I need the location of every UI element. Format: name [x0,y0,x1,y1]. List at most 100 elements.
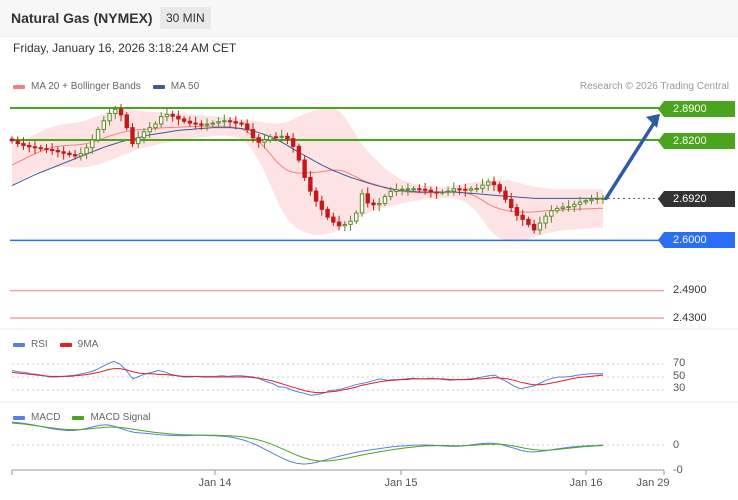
candle-body [227,120,233,123]
candle-body [560,206,566,209]
price-tag-2-89: 2.8900 [658,101,735,117]
candle-body [526,218,531,225]
candle-body [468,188,474,191]
candle-body [514,207,520,216]
rsi-label-30: 30 [673,382,686,394]
candle-body [336,221,342,227]
candle-body [118,108,124,116]
candle-body [44,148,49,151]
candle-body [371,202,376,206]
candle-body [480,184,485,189]
candle-body [549,210,554,217]
candle-body [417,188,422,191]
candle-body [359,193,365,214]
projection-arrow-shaft [604,118,658,201]
candle-body [445,190,451,193]
candle-body [463,188,468,191]
candle-body [32,146,38,149]
candle-body [90,139,95,149]
candle-body [399,188,405,191]
candle-body [428,189,434,193]
candle-body [600,197,606,200]
candle-body [153,123,158,129]
candle-body [382,196,388,204]
candle-body [38,147,43,150]
candle-body [268,136,273,141]
candle-body [319,200,325,210]
candle-body [405,188,411,191]
candle-body [411,188,416,191]
x-label-jan29: Jan 29 [636,477,670,489]
macd-line [11,421,604,465]
candle-body [451,188,457,192]
candle-body [199,123,204,126]
macd-signal-line [11,422,604,462]
candle-body [262,139,267,143]
candle-body [21,143,26,146]
chart-widget: Natural Gas (NYMEX) 30 MIN Friday, Janua… [0,0,738,500]
rsi-label-70: 70 [673,357,686,369]
candle-body [543,215,548,224]
candle-body [308,176,313,192]
candle-body [331,216,336,223]
candle-body [572,203,577,208]
candle-body [176,115,181,120]
macd-label-zero: 0 [673,439,680,451]
level-label-2-49: 2.4900 [673,284,707,296]
x-label-jan15: Jan 15 [384,477,418,489]
rsi-ma-line [11,368,604,394]
candle-body [147,127,152,133]
candle-body [9,138,15,142]
candle-body [457,188,462,191]
candle-body [394,189,399,193]
candle-body [325,208,330,218]
candle-body [474,187,479,190]
candle-body [348,220,353,225]
candle-body [193,122,198,125]
candle-body [49,149,55,152]
candle-body [377,202,382,206]
level-label-2-43: 2.4300 [673,312,707,324]
price-tag-2-82: 2.8200 [658,133,735,149]
candle-body [434,191,439,194]
candle-body [124,114,129,129]
candle-body [204,123,210,126]
candle-body [27,144,32,148]
candle-body [141,131,147,139]
candle-body [250,128,256,139]
candle-body [15,140,20,145]
candle-body [285,135,290,140]
candle-body [107,112,112,122]
candle-body [84,147,89,155]
candle-body [216,121,221,124]
candle-body [354,212,359,222]
candle-body [130,127,135,145]
candle-body [503,190,508,200]
candle-body [101,120,107,130]
candle-body [222,120,227,123]
candle-body [187,120,193,124]
candle-body [296,145,302,161]
candle-body [245,123,250,130]
candle-body [210,122,216,125]
macd-label-neg-zero: -0 [673,464,683,476]
candle-body [256,137,261,143]
candle-body [55,149,61,153]
candle-body [589,198,594,202]
x-label-jan16: Jan 16 [569,477,603,489]
bollinger-band [12,107,603,242]
candle-body [239,122,244,125]
candle-body [486,181,491,186]
candle-body [497,184,502,192]
candle-body [170,113,175,117]
candle-body [554,207,560,212]
candle-body [72,154,78,157]
candle-body [61,151,66,154]
candle-body [313,190,319,202]
candle-body [273,136,279,139]
candle-body [537,222,543,231]
candle-body [233,121,238,124]
candle-body [440,191,445,194]
chart-canvas [0,103,738,475]
candle-body [520,214,525,220]
